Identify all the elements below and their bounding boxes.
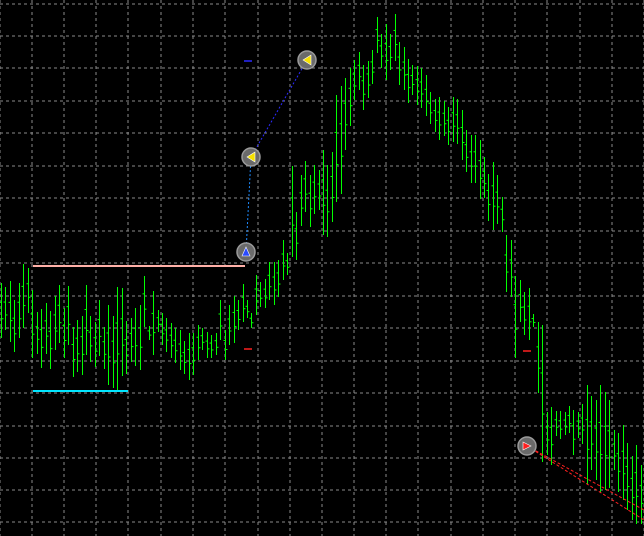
grid	[0, 0, 644, 536]
buy-entry-marker[interactable]	[236, 242, 256, 262]
sell-entry-marker[interactable]	[517, 436, 537, 456]
chart-window[interactable]	[0, 0, 644, 536]
order-line-buy-1	[245, 156, 252, 253]
price-chart[interactable]	[0, 0, 644, 536]
sell-exit-marker[interactable]	[241, 147, 261, 167]
order-line-buy-2	[250, 59, 308, 158]
order-line-sell-2	[526, 445, 644, 521]
order-line-sell-1	[526, 445, 644, 511]
sell-exit-marker[interactable]	[297, 50, 317, 70]
